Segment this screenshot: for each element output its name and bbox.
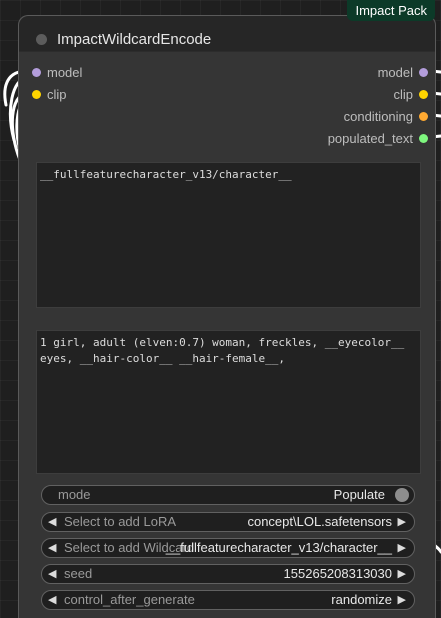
right-arrow-icon[interactable]: ▶	[398, 591, 406, 609]
clip-output-dot-icon[interactable]	[419, 90, 428, 99]
model-input-dot-icon[interactable]	[32, 68, 41, 77]
node-title: ImpactWildcardEncode	[57, 31, 212, 48]
populated-text-input[interactable]: 1 girl, adult (elven:0.7) woman, freckle…	[36, 330, 421, 474]
right-arrow-icon[interactable]: ▶	[398, 565, 406, 583]
impact-wildcard-encode-node[interactable]: ImpactWildcardEncode model clip model cl…	[18, 15, 436, 618]
node-title-bar[interactable]: ImpactWildcardEncode	[19, 16, 435, 52]
seed-number-widget[interactable]: ◀ seed 155265208313030 ▶	[41, 564, 415, 584]
right-arrow-icon[interactable]: ▶	[398, 513, 406, 531]
output-slot-clip[interactable]: clip	[393, 87, 428, 103]
populated-text-output-dot-icon[interactable]	[419, 134, 428, 143]
output-slot-conditioning[interactable]: conditioning	[344, 109, 428, 125]
output-slot-populated-text[interactable]: populated_text	[328, 131, 428, 147]
left-arrow-icon[interactable]: ◀	[48, 513, 56, 531]
wildcard-text-input[interactable]: __fullfeaturecharacter_v13/character__	[36, 162, 421, 308]
impact-pack-badge: Impact Pack	[347, 0, 435, 21]
left-arrow-icon[interactable]: ◀	[48, 539, 56, 557]
input-slot-model[interactable]: model	[32, 65, 82, 81]
input-slot-clip[interactable]: clip	[32, 87, 67, 103]
toggle-knob-icon[interactable]	[395, 488, 409, 502]
left-arrow-icon[interactable]: ◀	[48, 591, 56, 609]
output-slot-model[interactable]: model	[378, 65, 428, 81]
conditioning-output-dot-icon[interactable]	[419, 112, 428, 121]
mode-toggle[interactable]: mode Populate	[41, 485, 415, 505]
left-arrow-icon[interactable]: ◀	[48, 565, 56, 583]
collapse-dot-icon[interactable]	[36, 34, 47, 45]
lora-select-combo[interactable]: ◀ Select to add LoRA concept\LOL.safeten…	[41, 512, 415, 532]
right-arrow-icon[interactable]: ▶	[398, 539, 406, 557]
wildcard-select-combo[interactable]: ◀ Select to add Wildcard __fullfeaturech…	[41, 538, 415, 558]
control-after-generate-combo[interactable]: ◀ control_after_generate randomize ▶	[41, 590, 415, 610]
model-output-dot-icon[interactable]	[419, 68, 428, 77]
clip-input-dot-icon[interactable]	[32, 90, 41, 99]
